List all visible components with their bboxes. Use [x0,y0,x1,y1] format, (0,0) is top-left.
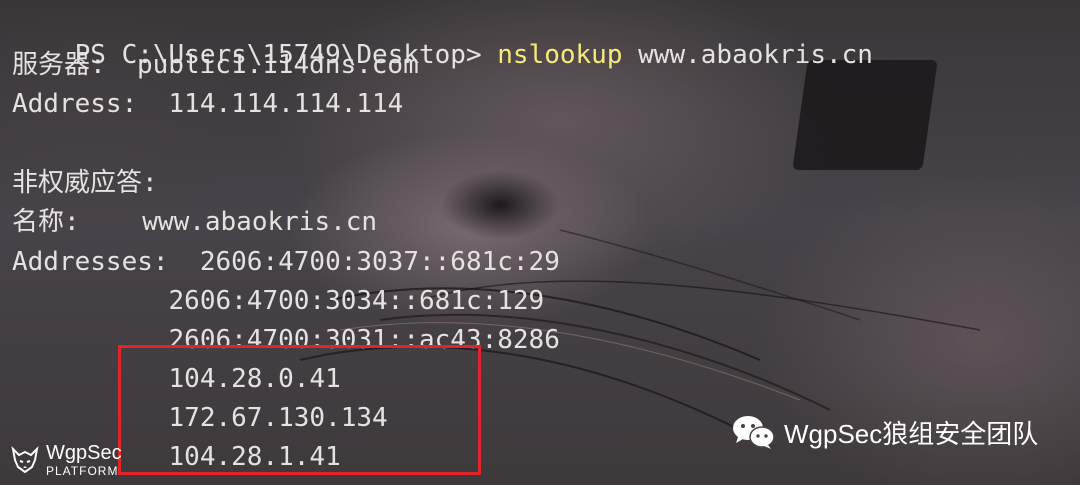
wgpsec-platform-logo: WgpSec PLATFORM [10,440,140,480]
wolf-icon [11,446,39,474]
prompt-line[interactable]: PS C:\Users\15749\Desktop> nslookup www.… [12,10,873,70]
command-argument: www.abaokris.cn [622,40,873,70]
logo-subtitle: PLATFORM [46,464,119,478]
command-text: nslookup [497,40,623,70]
server-address-line: Address: 114.114.114.114 [12,89,404,119]
address-line: 2606:4700:3034::681c:129 [12,286,545,316]
server-line: 服务器: public1.114dns.com [12,50,419,80]
non-authoritative-answer-line: 非权威应答: [12,168,158,198]
ipv4-highlight-box [118,345,481,475]
logo-name: WgpSec [46,442,122,464]
name-line: 名称: www.abaokris.cn [12,207,378,237]
wechat-watermark: WgpSec狼组安全团队 [730,412,1038,452]
watermark-text: WgpSec狼组安全团队 [784,418,1039,449]
address-line: Addresses: 2606:4700:3037::681c:29 [12,247,560,277]
wechat-icon [733,416,775,449]
terminal-window[interactable]: PS C:\Users\15749\Desktop> nslookup www.… [0,0,1080,485]
